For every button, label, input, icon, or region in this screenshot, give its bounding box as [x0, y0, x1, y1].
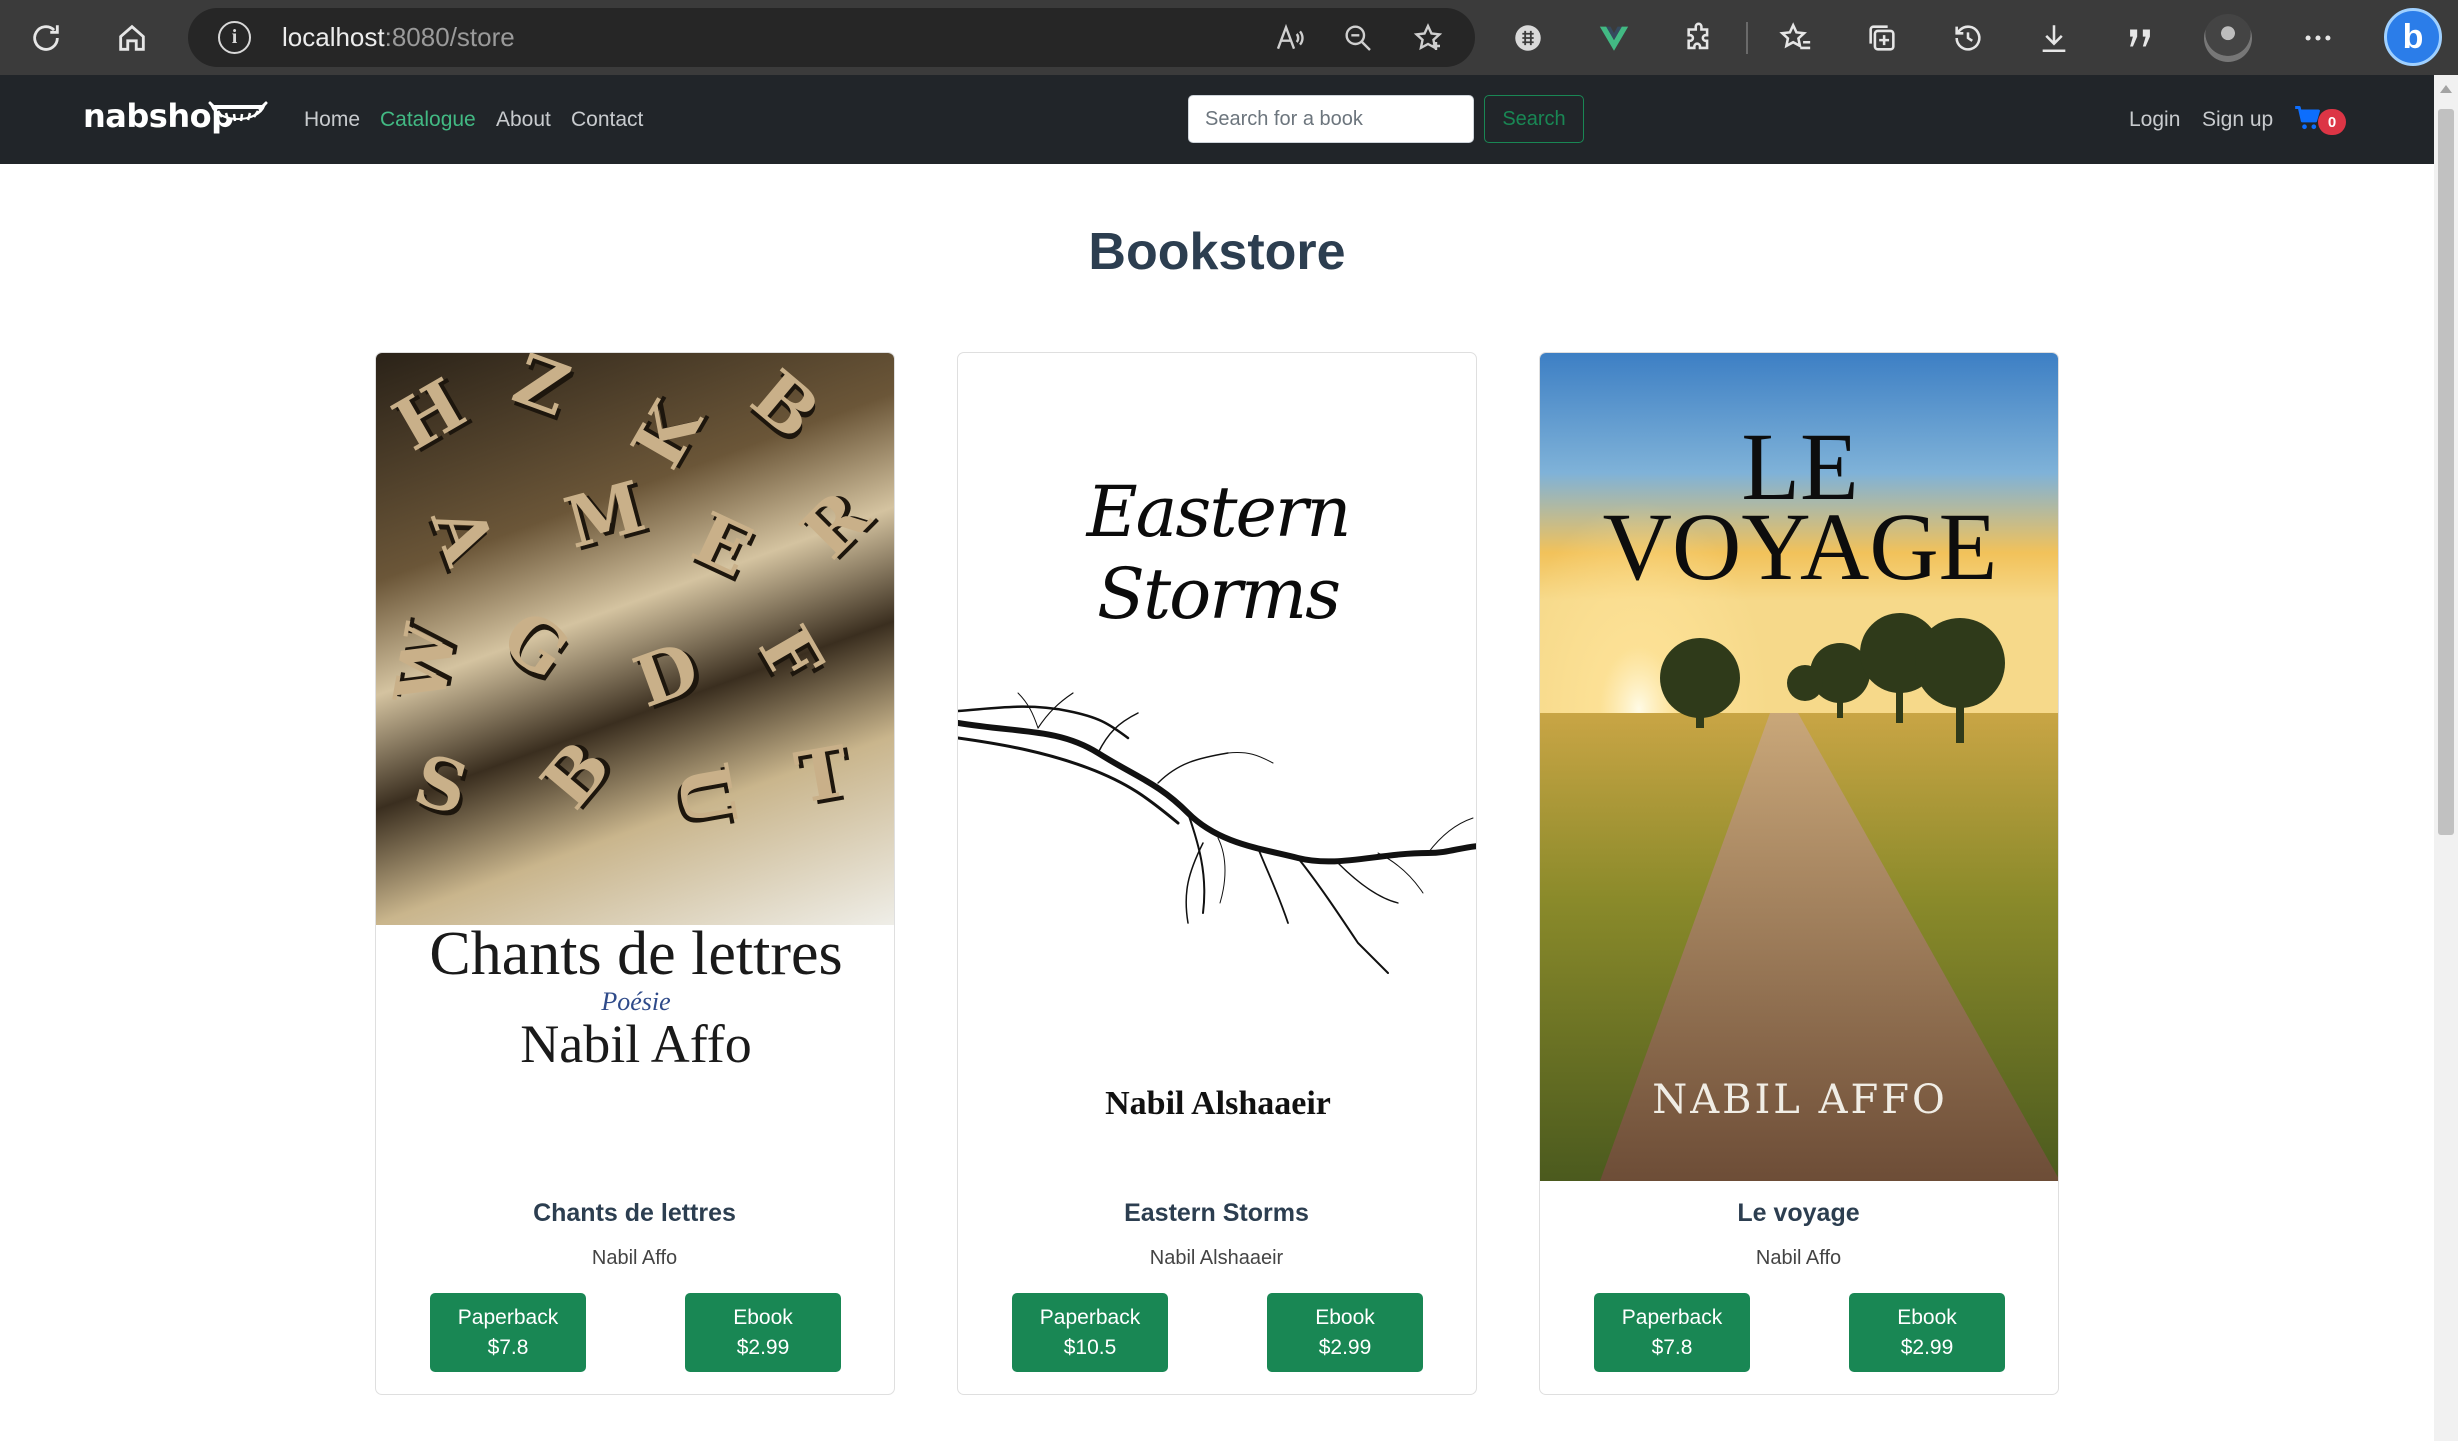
cover-title: LE VOYAGE	[1540, 419, 2058, 600]
book-cover[interactable]: Eastern Storms Nabil Alshaaeir	[958, 353, 1476, 1181]
smile-logo-icon	[208, 101, 268, 122]
favorites-icon[interactable]	[1770, 12, 1822, 64]
book-author: Nabil Alshaaeir	[1149, 1247, 1284, 1269]
cover-author: NABIL AFFO	[1652, 1077, 1948, 1123]
extension-icon[interactable]	[1502, 12, 1554, 64]
paperback-button[interactable]: Paperback $10.5	[1012, 1293, 1168, 1372]
book-title[interactable]: Chants de lettres	[376, 1199, 893, 1228]
ebook-price: $2.99	[1318, 1335, 1372, 1359]
branch-illustration	[958, 692, 1476, 974]
book-author: Nabil Affo	[1755, 1247, 1842, 1269]
ebook-label: Ebook	[1315, 1305, 1375, 1329]
site-navbar: nabshop Home Catalogue About Contact Sea…	[0, 75, 2434, 164]
site-info-icon[interactable]: i	[218, 21, 251, 54]
paperback-button[interactable]: Paperback $7.8	[1594, 1293, 1750, 1372]
cover-title-line2: VOYAGE	[1602, 493, 1998, 600]
browser-toolbar: i localhost:8080/store b	[0, 0, 2458, 75]
paperback-label: Paperback	[1621, 1305, 1723, 1329]
more-icon[interactable]	[2292, 12, 2344, 64]
scroll-thumb[interactable]	[2438, 109, 2454, 835]
nav-contact[interactable]: Contact	[571, 108, 643, 132]
profile-avatar[interactable]	[2204, 14, 2252, 62]
bing-icon[interactable]: b	[2384, 8, 2442, 66]
nav-home[interactable]: Home	[304, 108, 360, 132]
url-path: :8080/store	[384, 22, 515, 52]
home-icon[interactable]	[106, 12, 158, 64]
cover-author: Nabil Affo	[520, 1014, 752, 1074]
paperback-price: $7.8	[487, 1335, 529, 1359]
book-author: Nabil Affo	[591, 1247, 678, 1269]
paperback-label: Paperback	[1039, 1305, 1141, 1329]
cover-title: Eastern Storms	[1086, 471, 1352, 635]
book-cover[interactable]: LE VOYAGE NABIL AFFO	[1540, 353, 2058, 1181]
quote-icon[interactable]	[2114, 12, 2166, 64]
zoom-out-icon[interactable]	[1338, 18, 1378, 58]
signup-link[interactable]: Sign up	[2202, 108, 2273, 132]
search-button[interactable]: Search	[1484, 95, 1584, 143]
ebook-price: $2.99	[1900, 1335, 1954, 1359]
cart-count-badge: 0	[2318, 109, 2346, 135]
book-card[interactable]: LE VOYAGE NABIL AFFO Le voyage Nabil Aff…	[1539, 352, 2059, 1395]
page-scrollbar[interactable]	[2434, 75, 2458, 1441]
paperback-price: $7.8	[1651, 1335, 1693, 1359]
paperback-price: $10.5	[1063, 1335, 1117, 1359]
search-input[interactable]	[1188, 95, 1474, 143]
extensions-icon[interactable]	[1674, 12, 1726, 64]
downloads-icon[interactable]	[2028, 12, 2080, 64]
url-text[interactable]: localhost:8080/store	[282, 22, 515, 53]
ebook-button[interactable]: Ebook $2.99	[1849, 1293, 2005, 1372]
ebook-label: Ebook	[1897, 1305, 1957, 1329]
paperback-label: Paperback	[457, 1305, 559, 1329]
url-host: localhost	[282, 22, 385, 52]
cover-author: Nabil Alshaaeir	[1105, 1085, 1331, 1122]
collections-icon[interactable]	[1856, 12, 1908, 64]
book-card[interactable]: Eastern Storms Nabil Alshaaeir Eastern S…	[957, 352, 1477, 1395]
ebook-label: Ebook	[733, 1305, 793, 1329]
book-title[interactable]: Le voyage	[1540, 1199, 2057, 1228]
book-cover[interactable]: H Z K B A M E R W G D F S B U T Chants d…	[376, 353, 894, 1181]
nav-about[interactable]: About	[496, 108, 551, 132]
paperback-button[interactable]: Paperback $7.8	[430, 1293, 586, 1372]
login-link[interactable]: Login	[2129, 108, 2180, 132]
page-title: Bookstore	[1088, 223, 1346, 281]
address-bar[interactable]: i localhost:8080/store	[188, 8, 1475, 67]
vue-devtools-icon[interactable]	[1588, 12, 1640, 64]
cover-title: Chants de lettres	[429, 920, 843, 988]
history-icon[interactable]	[1942, 12, 1994, 64]
ebook-button[interactable]: Ebook $2.99	[1267, 1293, 1423, 1372]
nav-catalogue[interactable]: Catalogue	[380, 108, 476, 132]
ebook-button[interactable]: Ebook $2.99	[685, 1293, 841, 1372]
book-card[interactable]: H Z K B A M E R W G D F S B U T Chants d…	[375, 352, 895, 1395]
ebook-price: $2.99	[736, 1335, 790, 1359]
toolbar-separator	[1746, 22, 1748, 54]
cover-letters-image: H Z K B A M E R W G D F S B U T	[376, 353, 894, 925]
scroll-up-icon[interactable]	[2440, 85, 2452, 93]
read-aloud-icon[interactable]	[1270, 18, 1310, 58]
refresh-icon[interactable]	[20, 12, 72, 64]
book-title[interactable]: Eastern Storms	[958, 1199, 1475, 1228]
add-favorite-icon[interactable]	[1408, 18, 1448, 58]
